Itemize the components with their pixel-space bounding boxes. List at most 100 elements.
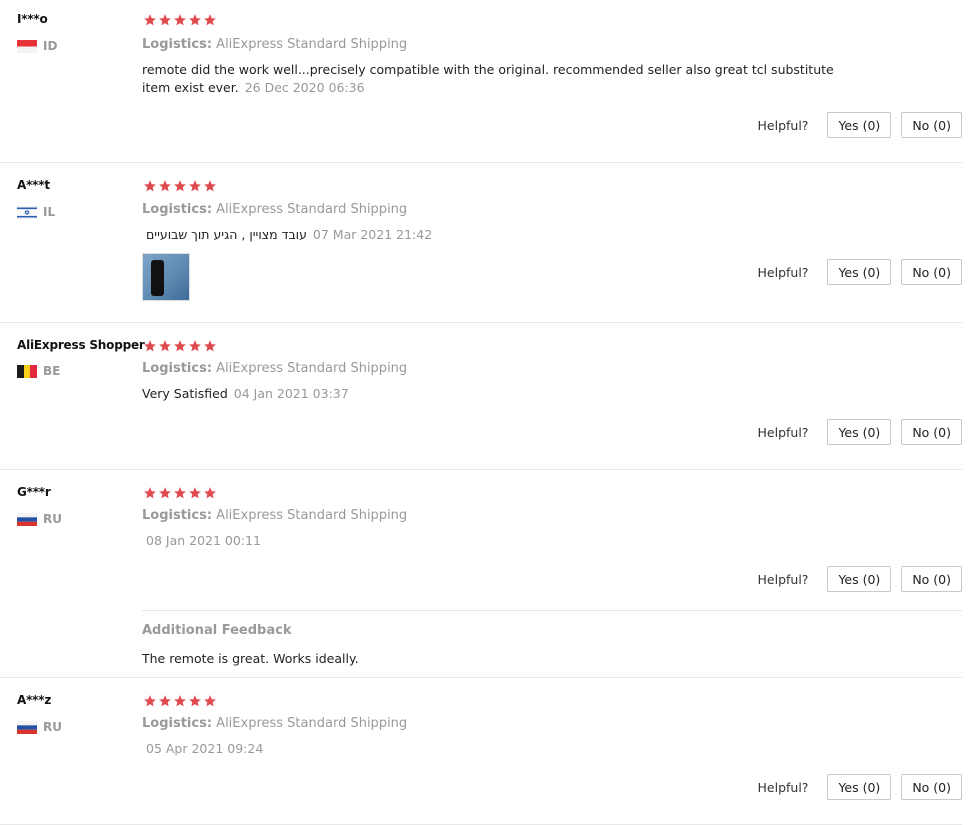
- helpful-yes-button[interactable]: Yes (0): [827, 259, 892, 285]
- star-icon: [174, 14, 186, 26]
- belgium-flag-icon: [17, 364, 37, 378]
- reviewer-name: I***o: [17, 12, 48, 26]
- logistics-info: Logistics: AliExpress Standard Shipping: [142, 361, 407, 376]
- review-photo-thumbnail[interactable]: [142, 253, 190, 301]
- logistics-label: Logistics:: [142, 37, 213, 52]
- logistics-label: Logistics:: [142, 716, 213, 731]
- helpful-no-button[interactable]: No (0): [901, 774, 962, 800]
- helpful-yes-button[interactable]: Yes (0): [827, 566, 892, 592]
- helpful-controls: Helpful? Yes (0) No (0): [758, 566, 962, 592]
- review-date: 04 Jan 2021 03:37: [233, 386, 349, 401]
- review-item: G***r RU Logistics: AliExpress Standard …: [0, 470, 962, 678]
- logistics-value: AliExpress Standard Shipping: [216, 37, 408, 52]
- star-icon: [159, 180, 171, 192]
- review-text: 05 Apr 2021 09:24: [140, 740, 840, 758]
- logistics-value: AliExpress Standard Shipping: [216, 202, 408, 217]
- helpful-no-button[interactable]: No (0): [901, 259, 962, 285]
- helpful-label: Helpful?: [757, 264, 809, 280]
- star-icon: [174, 695, 186, 707]
- reviewer-country: IL: [17, 205, 55, 219]
- star-icon: [144, 340, 156, 352]
- helpful-label: Helpful?: [757, 424, 809, 440]
- star-icon: [159, 14, 171, 26]
- star-icon: [159, 487, 171, 499]
- russia-flag-icon: [17, 512, 37, 526]
- review-body: Very Satisfied: [142, 386, 228, 401]
- star-icon: [174, 340, 186, 352]
- review-date: 26 Dec 2020 06:36: [244, 80, 365, 95]
- country-code: RU: [43, 512, 62, 526]
- helpful-no-button[interactable]: No (0): [901, 112, 962, 138]
- helpful-label: Helpful?: [757, 571, 809, 587]
- star-rating: [143, 179, 218, 193]
- reviewer-country: RU: [17, 512, 62, 526]
- star-icon: [159, 695, 171, 707]
- israel-flag-icon: [17, 205, 37, 219]
- russia-flag-icon: [17, 720, 37, 734]
- helpful-controls: Helpful? Yes (0) No (0): [758, 774, 962, 800]
- helpful-controls: Helpful? Yes (0) No (0): [758, 259, 962, 285]
- review-item: A***z RU Logistics: AliExpress Standard …: [0, 678, 962, 825]
- review-text: 08 Jan 2021 00:11: [140, 532, 840, 550]
- helpful-yes-button[interactable]: Yes (0): [827, 774, 892, 800]
- review-date: 05 Apr 2021 09:24: [146, 741, 264, 756]
- star-icon: [204, 340, 216, 352]
- review-text: remote did the work well...precisely com…: [142, 61, 847, 97]
- logistics-value: AliExpress Standard Shipping: [216, 361, 408, 376]
- logistics-info: Logistics: AliExpress Standard Shipping: [142, 202, 407, 217]
- star-rating: [143, 13, 218, 27]
- additional-feedback-title: Additional Feedback: [142, 623, 292, 638]
- reviewer-country: ID: [17, 39, 57, 53]
- remote-control-image: [151, 260, 164, 296]
- star-icon: [204, 180, 216, 192]
- star-rating: [143, 694, 218, 708]
- logistics-label: Logistics:: [142, 202, 213, 217]
- helpful-yes-button[interactable]: Yes (0): [827, 419, 892, 445]
- star-icon: [174, 487, 186, 499]
- star-rating: [143, 339, 218, 353]
- review-date: 08 Jan 2021 00:11: [146, 533, 261, 548]
- star-icon: [144, 14, 156, 26]
- country-code: BE: [43, 364, 61, 378]
- additional-feedback-text: The remote is great. Works ideally.: [142, 651, 359, 666]
- helpful-label: Helpful?: [757, 779, 809, 795]
- helpful-no-button[interactable]: No (0): [901, 419, 962, 445]
- reviewer-name: A***z: [17, 693, 52, 707]
- star-icon: [144, 695, 156, 707]
- indonesia-flag-icon: [17, 39, 37, 53]
- star-icon: [189, 180, 201, 192]
- star-icon: [144, 487, 156, 499]
- review-text: עובד מצויין , הגיע תוך שבועיים 07 Mar 202…: [146, 226, 846, 244]
- logistics-info: Logistics: AliExpress Standard Shipping: [142, 508, 407, 523]
- star-icon: [189, 487, 201, 499]
- review-item: AliExpress Shopper BE Logistics: AliExpr…: [0, 323, 962, 470]
- helpful-no-button[interactable]: No (0): [901, 566, 962, 592]
- logistics-value: AliExpress Standard Shipping: [216, 508, 408, 523]
- star-icon: [189, 14, 201, 26]
- star-icon: [204, 695, 216, 707]
- star-icon: [189, 340, 201, 352]
- star-icon: [204, 14, 216, 26]
- helpful-label: Helpful?: [757, 117, 809, 133]
- logistics-info: Logistics: AliExpress Standard Shipping: [142, 37, 407, 52]
- logistics-label: Logistics:: [142, 361, 213, 376]
- review-item: I***o ID Logistics: AliExpress Standard …: [0, 0, 962, 163]
- country-code: IL: [43, 205, 56, 219]
- star-icon: [174, 180, 186, 192]
- additional-feedback-divider: [142, 610, 962, 611]
- helpful-controls: Helpful? Yes (0) No (0): [758, 419, 962, 445]
- star-icon: [189, 695, 201, 707]
- reviewer-country: BE: [17, 364, 60, 378]
- star-icon: [204, 487, 216, 499]
- reviewer-name: AliExpress Shopper: [17, 338, 145, 352]
- logistics-info: Logistics: AliExpress Standard Shipping: [142, 716, 407, 731]
- helpful-yes-button[interactable]: Yes (0): [827, 112, 892, 138]
- star-icon: [159, 340, 171, 352]
- review-text: Very Satisfied 04 Jan 2021 03:37: [142, 385, 842, 403]
- star-rating: [143, 486, 218, 500]
- star-icon: [144, 180, 156, 192]
- logistics-label: Logistics:: [142, 508, 213, 523]
- reviewer-country: RU: [17, 720, 62, 734]
- reviewer-name: G***r: [17, 485, 51, 499]
- review-body: עובד מצויין , הגיע תוך שבועיים: [146, 227, 307, 242]
